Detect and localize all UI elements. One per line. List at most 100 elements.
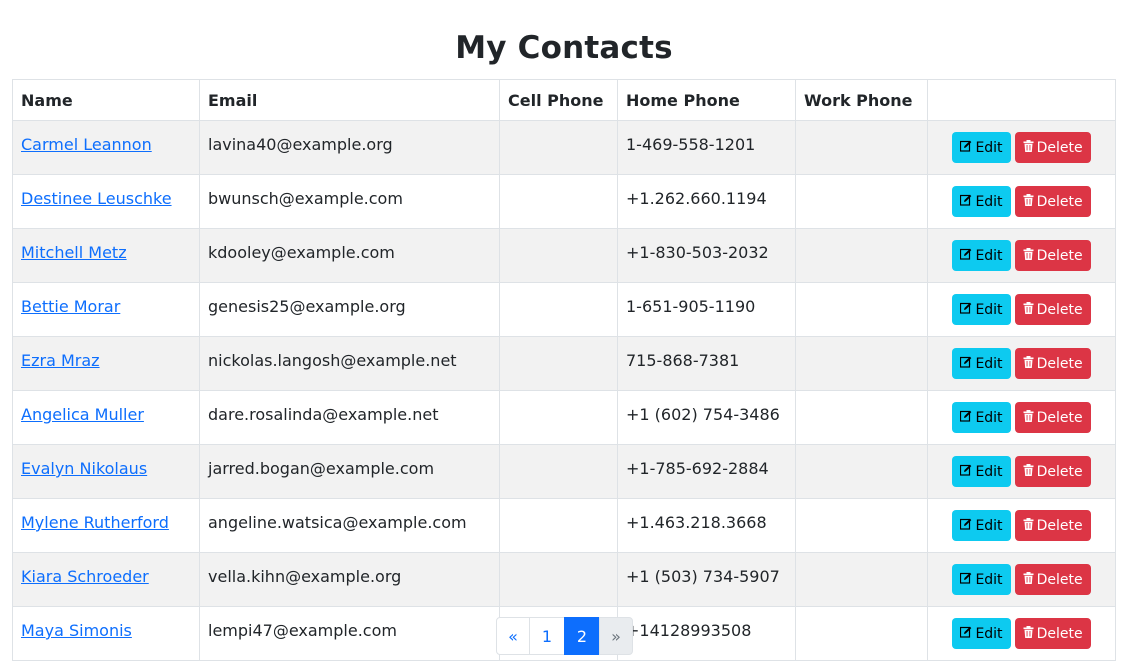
cell-email: genesis25@example.org [199,282,500,337]
cell-cell-phone [499,282,618,337]
contact-name-link[interactable]: Evalyn Nikolaus [21,459,147,478]
cell-name: Carmel Leannon [12,120,200,175]
cell-home-phone: 715-868-7381 [617,336,796,391]
delete-button-label: Delete [1036,193,1083,210]
page-title: My Contacts [455,30,673,66]
table-row: Bettie Morar genesis25@example.org 1-651-9… [12,282,1116,337]
delete-button[interactable]: Delete [1014,618,1091,649]
edit-button[interactable]: Edit [952,402,1011,433]
delete-button[interactable]: Delete [1014,186,1091,217]
cell-work-phone [795,282,928,337]
column-header-name[interactable]: Name [12,79,200,121]
cell-home-phone: +1 (602) 754-3486 [617,390,796,445]
delete-button[interactable]: Delete [1014,456,1091,487]
delete-button-label: Delete [1036,139,1083,156]
contact-name-link[interactable]: Kiara Schroeder [21,567,149,586]
edit-button[interactable]: Edit [952,510,1011,541]
trash-icon [1023,194,1034,209]
cell-email: vella.kihn@example.org [199,552,500,607]
delete-button[interactable]: Delete [1014,294,1091,325]
edit-button[interactable]: Edit [952,186,1011,217]
cell-cell-phone [499,174,618,229]
pagination-next[interactable]: » [599,617,633,655]
trash-icon [1023,572,1034,587]
edit-button[interactable]: Edit [952,132,1011,163]
cell-cell-phone [499,552,618,607]
delete-button[interactable]: Delete [1014,510,1091,541]
contact-name-link[interactable]: Carmel Leannon [21,135,152,154]
cell-home-phone: +1 (503) 734-5907 [617,552,796,607]
contact-name-link[interactable]: Angelica Muller [21,405,144,424]
table-row: Mylene Rutherford angeline.watsica@exampl… [12,498,1116,553]
column-header-cell-phone[interactable]: Cell Phone [499,79,618,121]
contact-name-link[interactable]: Ezra Mraz [21,351,100,370]
pagination-page-1[interactable]: 1 [529,617,565,655]
edit-icon [960,248,972,263]
delete-button[interactable]: Delete [1014,564,1091,595]
trash-icon [1023,626,1034,641]
delete-button-label: Delete [1036,247,1083,264]
cell-home-phone: +1.463.218.3668 [617,498,796,553]
delete-button[interactable]: Delete [1014,240,1091,271]
edit-button-label: Edit [975,571,1003,588]
delete-button[interactable]: Delete [1014,348,1091,379]
table-row: Ezra Mraz nickolas.langosh@example.net 715… [12,336,1116,391]
column-header-work-phone[interactable]: Work Phone [795,79,928,121]
cell-cell-phone [499,498,618,553]
edit-button[interactable]: Edit [952,456,1011,487]
cell-name: Angelica Muller [12,390,200,445]
cell-work-phone [795,120,928,175]
table-row: Evalyn Nikolaus jarred.bogan@example.com +… [12,444,1116,499]
cell-home-phone: +1-785-692-2884 [617,444,796,499]
delete-button-label: Delete [1036,571,1083,588]
edit-button[interactable]: Edit [952,294,1011,325]
column-header-email[interactable]: Email [199,79,500,121]
edit-icon [960,626,972,641]
cell-email: jarred.bogan@example.com [199,444,500,499]
cell-work-phone [795,498,928,553]
pagination-page-2[interactable]: 2 [564,617,600,655]
table-header-row: Name Email Cell Phone Home Phone Work Ph… [12,79,1116,121]
cell-cell-phone [499,228,618,283]
trash-icon [1023,356,1034,371]
cell-actions: Edit Delete [927,336,1116,391]
cell-name: Maya Simonis [12,606,200,661]
cell-work-phone [795,228,928,283]
contact-name-link[interactable]: Destinee Leuschke [21,189,172,208]
table-row: Angelica Muller dare.rosalinda@example.ne… [12,390,1116,445]
cell-home-phone: +1.262.660.1194 [617,174,796,229]
delete-button[interactable]: Delete [1014,402,1091,433]
edit-button[interactable]: Edit [952,564,1011,595]
edit-button[interactable]: Edit [952,618,1011,649]
edit-icon [960,464,972,479]
contact-name-link[interactable]: Mylene Rutherford [21,513,169,532]
cell-name: Mitchell Metz [12,228,200,283]
contact-name-link[interactable]: Maya Simonis [21,621,132,640]
pagination-previous[interactable]: « [496,617,530,655]
cell-email: angeline.watsica@example.com [199,498,500,553]
table-row: Destinee Leuschke bwunsch@example.com +1.2… [12,174,1116,229]
edit-button[interactable]: Edit [952,348,1011,379]
cell-name: Bettie Morar [12,282,200,337]
column-header-actions [927,79,1116,121]
cell-actions: Edit Delete [927,282,1116,337]
edit-icon [960,410,972,425]
cell-email: lavina40@example.org [199,120,500,175]
edit-button-label: Edit [975,301,1003,318]
cell-email: kdooley@example.com [199,228,500,283]
edit-button-label: Edit [975,139,1003,156]
edit-button[interactable]: Edit [952,240,1011,271]
delete-button[interactable]: Delete [1014,132,1091,163]
edit-button-label: Edit [975,625,1003,642]
cell-cell-phone [499,390,618,445]
cell-work-phone [795,552,928,607]
edit-icon [960,356,972,371]
cell-name: Mylene Rutherford [12,498,200,553]
edit-icon [960,140,972,155]
cell-home-phone: +14128993508 [617,606,796,661]
edit-button-label: Edit [975,463,1003,480]
contact-name-link[interactable]: Mitchell Metz [21,243,127,262]
contact-name-link[interactable]: Bettie Morar [21,297,120,316]
column-header-home-phone[interactable]: Home Phone [617,79,796,121]
edit-button-label: Edit [975,517,1003,534]
